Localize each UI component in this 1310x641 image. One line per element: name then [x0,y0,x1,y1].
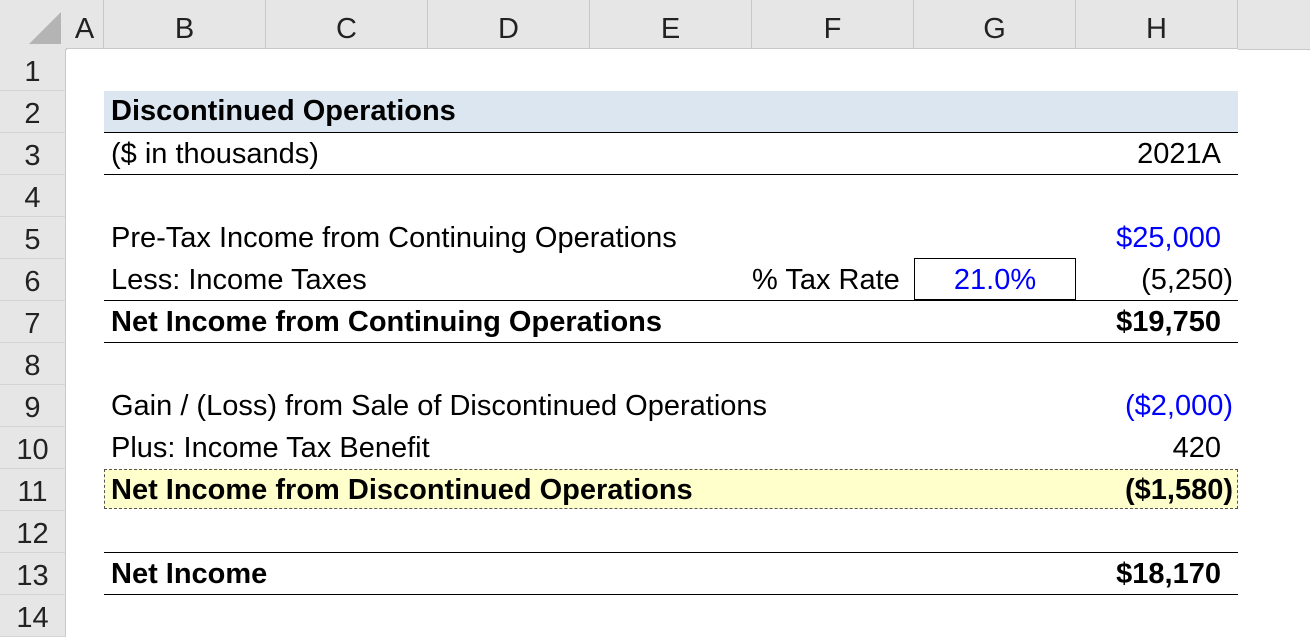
header-underline [104,174,1238,175]
row-header-3[interactable]: 3 [0,133,66,175]
continuing-total-line [104,342,1238,343]
row-header-6[interactable]: 6 [0,259,66,301]
net-income-top-line [104,552,1238,553]
column-header-b[interactable]: B [104,0,266,49]
column-header-d[interactable]: D [428,0,590,49]
row-header-4[interactable]: 4 [0,175,66,217]
row-header-2[interactable]: 2 [0,91,66,133]
pretax-income-label[interactable]: Pre-Tax Income from Continuing Operation… [111,224,677,253]
row-header-9[interactable]: 9 [0,385,66,427]
column-header-g[interactable]: G [914,0,1076,49]
row-header-8[interactable]: 8 [0,343,66,385]
net-income-label[interactable]: Net Income [111,560,267,589]
net-income-continuing-value[interactable]: $19,750 [1076,308,1221,337]
year-header[interactable]: 2021A [1076,140,1221,169]
sheet-title[interactable]: Discontinued Operations [111,97,456,126]
column-header-e[interactable]: E [590,0,752,49]
income-taxes-value[interactable]: (5,250) [1076,266,1233,295]
column-header-a[interactable]: A [66,0,104,49]
row-header-12[interactable]: 12 [0,511,66,553]
net-income-value[interactable]: $18,170 [1076,560,1221,589]
row-header-11[interactable]: 11 [0,469,66,511]
units-label[interactable]: ($ in thousands) [111,140,319,169]
pretax-income-value[interactable]: $25,000 [1076,224,1221,253]
row-header-14[interactable]: 14 [0,595,66,637]
spreadsheet: A B C D E F G H 1 2 3 4 5 6 7 8 9 10 11 … [0,0,1310,637]
net-income-continuing-label[interactable]: Net Income from Continuing Operations [111,308,662,337]
gain-loss-label[interactable]: Gain / (Loss) from Sale of Discontinued … [111,392,767,421]
row-header-5[interactable]: 5 [0,217,66,259]
column-header-h[interactable]: H [1076,0,1238,49]
select-all-triangle-icon [29,12,61,44]
net-income-discontinued-label[interactable]: Net Income from Discontinued Operations [111,476,693,505]
net-income-bottom-line [104,594,1238,595]
column-header-overflow [1238,0,1310,50]
tax-benefit-label[interactable]: Plus: Income Tax Benefit [111,434,430,463]
row-header-7[interactable]: 7 [0,301,66,343]
column-header-c[interactable]: C [266,0,428,49]
row-header-1[interactable]: 1 [0,49,66,91]
row-header-13[interactable]: 13 [0,553,66,595]
tax-benefit-value[interactable]: 420 [1076,434,1221,463]
gain-loss-value[interactable]: ($2,000) [1076,392,1233,421]
tax-rate-label[interactable]: % Tax Rate [752,266,900,295]
income-taxes-label[interactable]: Less: Income Taxes [111,266,367,295]
select-all-button[interactable] [0,0,67,50]
column-header-f[interactable]: F [752,0,914,49]
row-header-10[interactable]: 10 [0,427,66,469]
tax-rate-value[interactable]: 21.0% [914,266,1076,295]
title-underline [104,132,1238,133]
net-income-discontinued-value[interactable]: ($1,580) [1076,476,1233,505]
continuing-subtotal-line [104,300,1238,301]
